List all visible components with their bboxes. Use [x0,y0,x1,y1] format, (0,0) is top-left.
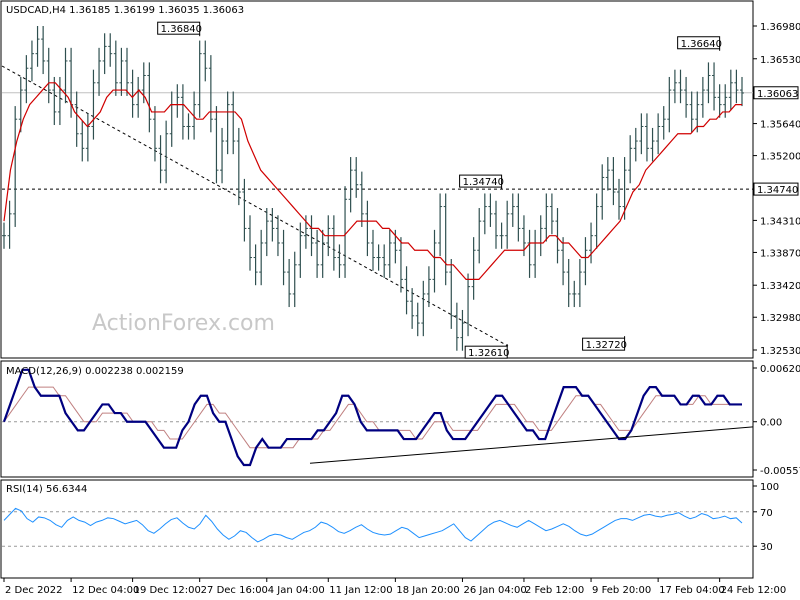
price-tick-label: 1.35640 [760,120,800,131]
macd-tick-label: 0.006208 [760,364,800,375]
x-tick-label: 12 Dec 04:00 [72,585,139,596]
annotation-label: 1.36640 [681,39,722,50]
price-tick-label: 1.32530 [760,346,800,357]
rsi-tick-label: 100 [760,482,779,493]
macd-tick-label: 0.00 [760,418,782,429]
rsi-title: RSI(14) 56.6344 [6,484,87,495]
x-tick-label: 9 Feb 20:00 [592,585,651,596]
rsi-pane-frame [0,479,754,579]
x-axis-labels: 2 Dec 2022 12 Dec 04:0019 Dec 12:00 27 Dec… [3,578,787,596]
watermark: ActionForex.com [92,311,275,336]
annotation-label: 1.32720 [586,340,627,351]
rsi-tick-label: 30 [760,542,773,553]
price-tick-label: 1.36530 [760,55,800,66]
support-level-label: 1.34740 [757,185,798,196]
x-tick-label: 26 Jan 04:00 [463,585,526,596]
x-tick-label: 4 Jan 04:00 [268,585,325,596]
x-tick-label: 19 Dec 12:00 [134,585,201,596]
current-price-label: 1.36063 [757,89,798,100]
price-tick-label: 1.33420 [760,281,800,292]
macd-title: MACD(12,26,9) 0.002238 0.002159 [6,366,184,377]
annotation-label: 1.36840 [161,24,202,35]
price-tick-label: 1.33870 [760,248,800,259]
macd-pane-frame [0,360,754,478]
price-title: USDCAD,H4 1.36185 1.36199 1.36035 1.3606… [6,5,244,16]
x-tick-label: 11 Jan 12:00 [329,585,392,596]
rsi-tick-label: 70 [760,508,773,519]
price-tick-label: 1.36980 [760,22,800,33]
x-tick-label: 24 Feb 12:00 [721,585,787,596]
price-tick-label: 1.32980 [760,313,800,324]
price-tick-label: 1.34310 [760,216,800,227]
annotation-label: 1.32610 [468,348,509,359]
price-tick-label: 1.35200 [760,152,800,163]
usdcad-chart: ActionForex.com 1.36980 1.36530 1.35640 1.3… [0,0,800,596]
x-tick-label: 2 Feb 12:00 [525,585,584,596]
x-tick-label: 18 Jan 20:00 [396,585,459,596]
annotation-label: 1.34740 [463,177,504,188]
x-tick-label: 17 Feb 04:00 [659,585,725,596]
price-pane-frame [0,0,754,359]
macd-tick-label: -0.005577 [760,466,800,477]
x-tick-label: 2 Dec 2022 [5,585,63,596]
x-tick-label: 27 Dec 16:00 [201,585,268,596]
